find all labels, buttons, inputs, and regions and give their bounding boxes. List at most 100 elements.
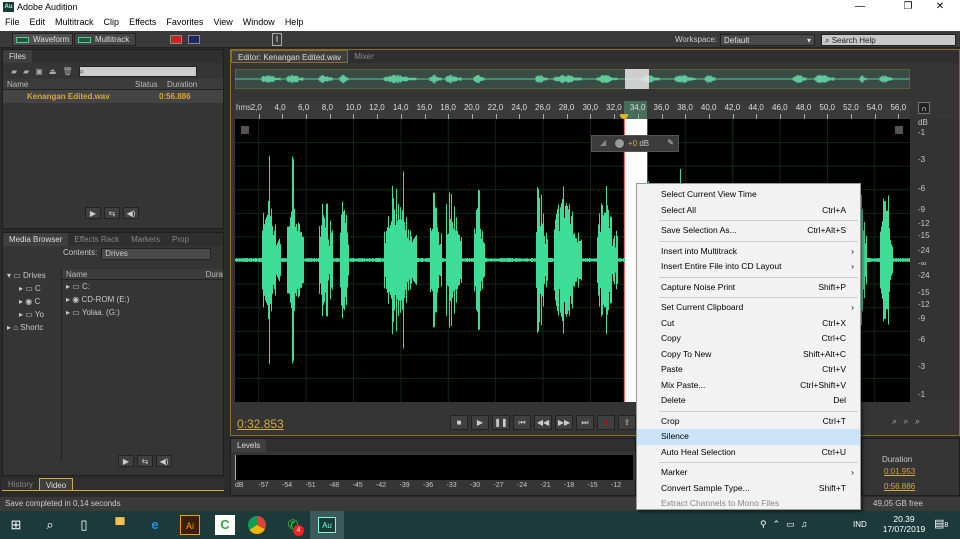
tab-properties[interactable]: Prop [166, 233, 195, 246]
menu-edit[interactable]: Edit [30, 17, 46, 28]
windows-start-icon[interactable]: ⊞ [6, 515, 26, 535]
menu-item-delete[interactable]: Delete Del [637, 393, 860, 409]
menu-clip[interactable]: Clip [104, 17, 120, 28]
close-button[interactable]: ✕ [920, 1, 960, 12]
menu-item-auto-heal-selection[interactable]: Auto Heal Selection Ctrl+U [637, 445, 860, 461]
tab-history[interactable]: History [2, 478, 39, 491]
menu-item-silence[interactable]: Silence [637, 429, 860, 445]
tab-files[interactable]: Files [3, 50, 32, 63]
list-item[interactable]: ▸ ◉ CD-ROM (E:) [66, 293, 223, 306]
tab-markers[interactable]: Markers [125, 233, 166, 246]
overview-waveform[interactable] [235, 69, 910, 89]
menu-item-marker[interactable]: Marker › [637, 465, 860, 481]
chrome-icon[interactable] [248, 516, 266, 534]
edge-icon[interactable]: e [145, 515, 165, 535]
loop-icon[interactable]: ⇆ [104, 207, 120, 219]
multitrack-view-button[interactable]: Multitrack [74, 33, 136, 46]
pin-icon[interactable]: ✎ [667, 138, 674, 147]
fast-forward-button[interactable]: ▶▶ [555, 415, 573, 430]
go-to-end-button[interactable]: ⏭ [576, 415, 594, 430]
tree-item[interactable]: ▸ ◉ C [7, 295, 57, 308]
menu-item-capture-noise-print[interactable]: Capture Noise Print Shift+P [637, 280, 860, 296]
list-item[interactable]: ▸ ▭ Yolaa. (G:) [66, 306, 223, 319]
search-help-input[interactable]: ⌕ Search Help [821, 34, 956, 46]
tree-item[interactable]: ▾ ▭ Drives [7, 269, 57, 282]
export-icon[interactable]: ⏏ [49, 67, 57, 76]
menu-item-select-current-view-time[interactable]: Select Current View Time [637, 187, 860, 203]
file-explorer-icon[interactable]: ▀ [110, 515, 130, 535]
snap-magnet-icon[interactable]: ∩ [918, 102, 930, 114]
col-duration[interactable]: Dura [206, 269, 223, 279]
task-view-icon[interactable]: ▯ [74, 515, 94, 535]
menu-multitrack[interactable]: Multitrack [55, 17, 94, 28]
open-folder-icon[interactable]: ▰ [11, 67, 17, 76]
menu-item-save-selection-as[interactable]: Save Selection As... Ctrl+Alt+S [637, 223, 860, 239]
col-name[interactable]: Name [66, 269, 206, 279]
input-language[interactable]: IND [853, 520, 867, 529]
clock[interactable]: 20.39 17/07/2019 [880, 514, 928, 534]
whatsapp-icon[interactable]: ✆ 4 [283, 515, 304, 536]
list-item[interactable]: ▸ ▭ C: [66, 280, 223, 293]
tab-editor[interactable]: Editor: Kenangan Edited.wav [231, 50, 349, 63]
zoom-controls[interactable]: ⌕ ⌕ ⌕ [892, 416, 922, 427]
tree-item[interactable]: ▸ ▭ Yo [7, 308, 57, 321]
col-status[interactable]: Status [135, 79, 167, 89]
stop-button[interactable]: ■ [450, 415, 468, 430]
tab-mixer[interactable]: Mixer [348, 50, 380, 63]
play-icon[interactable]: ▶ [118, 455, 134, 467]
go-to-start-button[interactable]: ⏮ [513, 415, 531, 430]
current-time-display[interactable]: 0:32.853 [237, 417, 284, 431]
spectral-frequency-icon[interactable] [170, 35, 182, 44]
play-button[interactable]: ▶ [471, 415, 489, 430]
tree-item[interactable]: ▸ ▭ C [7, 282, 57, 295]
search-icon[interactable]: ⌕ [40, 515, 60, 535]
tab-video[interactable]: Video [38, 477, 74, 491]
skip-selection-button[interactable]: ⇪ [618, 415, 636, 430]
menu-help[interactable]: Help [285, 17, 304, 28]
tab-media-browser[interactable]: Media Browser [3, 233, 69, 246]
menu-item-copy-to-new[interactable]: Copy To New Shift+Alt+C [637, 347, 860, 363]
new-file-icon[interactable]: ▣ [35, 67, 43, 76]
menu-item-paste[interactable]: Paste Ctrl+V [637, 362, 860, 378]
system-tray-icons[interactable]: ⚲⌃▭♫ [760, 519, 813, 530]
audition-taskbar-button[interactable]: Au [310, 511, 344, 539]
tab-levels[interactable]: Levels [231, 439, 267, 452]
hud-volume-control[interactable]: ◢ +0 dB ✎ [591, 135, 679, 152]
menu-file[interactable]: File [5, 17, 20, 28]
spectral-pitch-icon[interactable] [188, 35, 200, 44]
loop-icon[interactable]: ⇆ [137, 455, 153, 467]
trash-icon[interactable]: 🗑 [62, 67, 72, 76]
menu-item-insert-entire-file-into-cd-layout[interactable]: Insert Entire File into CD Layout › [637, 259, 860, 275]
camtasia-icon[interactable]: C [215, 515, 235, 535]
contents-select[interactable]: Drives [101, 248, 212, 260]
menu-item-cut[interactable]: Cut Ctrl+X [637, 316, 860, 332]
file-row[interactable]: Kenangan Edited.wav 0:56.886 [3, 90, 223, 103]
minimize-button[interactable]: — [840, 1, 880, 12]
rewind-button[interactable]: ◀◀ [534, 415, 552, 430]
menu-item-convert-sample-type[interactable]: Convert Sample Type... Shift+T [637, 481, 860, 497]
autoplay-icon[interactable]: ◀) [156, 455, 172, 467]
menu-view[interactable]: View [213, 17, 232, 28]
play-icon[interactable]: ▶ [85, 207, 101, 219]
volume-knob[interactable] [614, 138, 625, 149]
menu-effects[interactable]: Effects [129, 17, 156, 28]
hud-volume-value[interactable]: +0 [628, 139, 637, 148]
menu-item-insert-into-multitrack[interactable]: Insert into Multitrack › [637, 244, 860, 260]
import-icon[interactable]: ▰ [23, 67, 29, 76]
menu-favorites[interactable]: Favorites [166, 17, 203, 28]
record-button[interactable]: ● [597, 415, 615, 430]
tree-item[interactable]: ▸ ⌂ Shortc [7, 321, 57, 334]
menu-item-select-all[interactable]: Select All Ctrl+A [637, 203, 860, 219]
notification-center-icon[interactable]: ▤8 [934, 517, 948, 530]
waveform-view-button[interactable]: Waveform [12, 33, 73, 46]
menu-item-set-current-clipboard[interactable]: Set Current Clipboard › [637, 300, 860, 316]
view-duration[interactable]: 0:56.886 [884, 482, 915, 491]
autoplay-icon[interactable]: ◀) [123, 207, 139, 219]
selection-duration[interactable]: 0:01.953 [884, 467, 915, 476]
tab-effects-rack[interactable]: Effects Rack [68, 233, 125, 246]
menu-window[interactable]: Window [243, 17, 275, 28]
files-search-input[interactable]: ⌕ [78, 65, 197, 77]
col-duration[interactable]: Duration [167, 79, 197, 89]
time-selection-tool-icon[interactable]: I [272, 33, 282, 46]
menu-item-copy[interactable]: Copy Ctrl+C [637, 331, 860, 347]
